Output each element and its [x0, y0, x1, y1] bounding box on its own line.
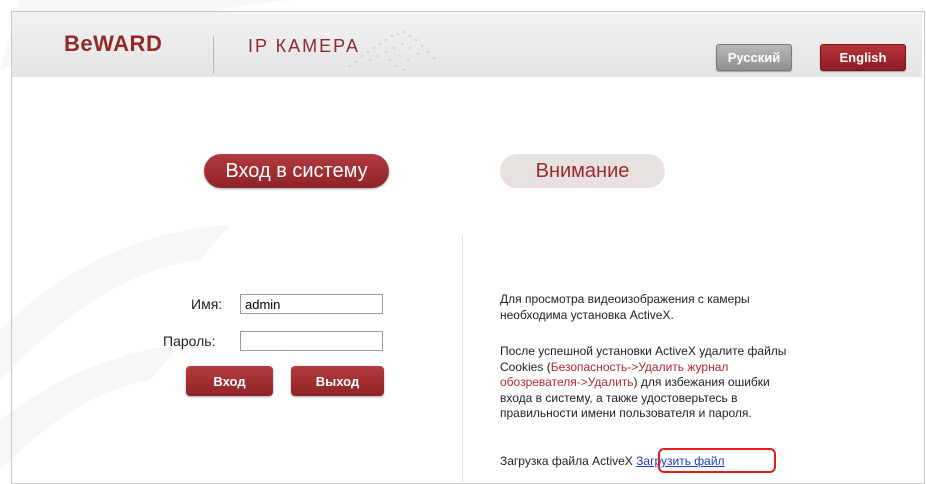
login-button[interactable]: Вход: [186, 366, 273, 396]
notice-line: обозревателя->Удалить) для избежания оши…: [500, 375, 860, 391]
notice-line: входа в систему, а также удостоверьтесь …: [500, 390, 738, 405]
download-label: Загрузка файла ActiveX: [500, 454, 633, 468]
username-input[interactable]: [240, 294, 383, 314]
notice-text: ) для избежания ошибки: [633, 375, 770, 389]
notice-line: Cookies (Безопасность->Удалить журнал: [500, 360, 860, 376]
world-map-icon: [348, 30, 436, 72]
notice-line: Для просмотра видеоизображения с камеры: [500, 292, 750, 306]
notice-line: правильности имени пользователя и пароля…: [500, 406, 752, 420]
notice-path-text: обозревателя->Удалить: [500, 375, 634, 389]
notice-text: Cookies (: [500, 359, 551, 374]
header-divider: [213, 36, 214, 74]
notice-section-title: Внимание: [500, 154, 665, 188]
header-bar: BeWARD IP КАМЕРА Русский English: [12, 12, 922, 77]
column-divider: [462, 236, 463, 482]
notice-path-text: Безопасность->Удалить журнал: [550, 359, 729, 374]
activex-notice-paragraph: Для просмотра видеоизображения с камеры …: [500, 292, 860, 323]
password-label: Пароль:: [163, 333, 216, 349]
cookies-notice-paragraph: После успешной установки ActiveX удалите…: [500, 344, 860, 422]
password-input[interactable]: [240, 331, 383, 351]
beward-logo: BeWARD: [64, 31, 163, 56]
notice-line: После успешной установки ActiveX удалите…: [500, 344, 787, 358]
lang-english-button[interactable]: English: [820, 44, 906, 71]
login-section-title: Вход в систему: [204, 154, 389, 188]
logout-button[interactable]: Выход: [291, 366, 384, 396]
lang-russian-button[interactable]: Русский: [716, 44, 792, 71]
notice-line: необходима установка ActiveX.: [500, 307, 674, 322]
username-label: Имя:: [191, 296, 223, 312]
download-link-highlight: [658, 448, 776, 473]
